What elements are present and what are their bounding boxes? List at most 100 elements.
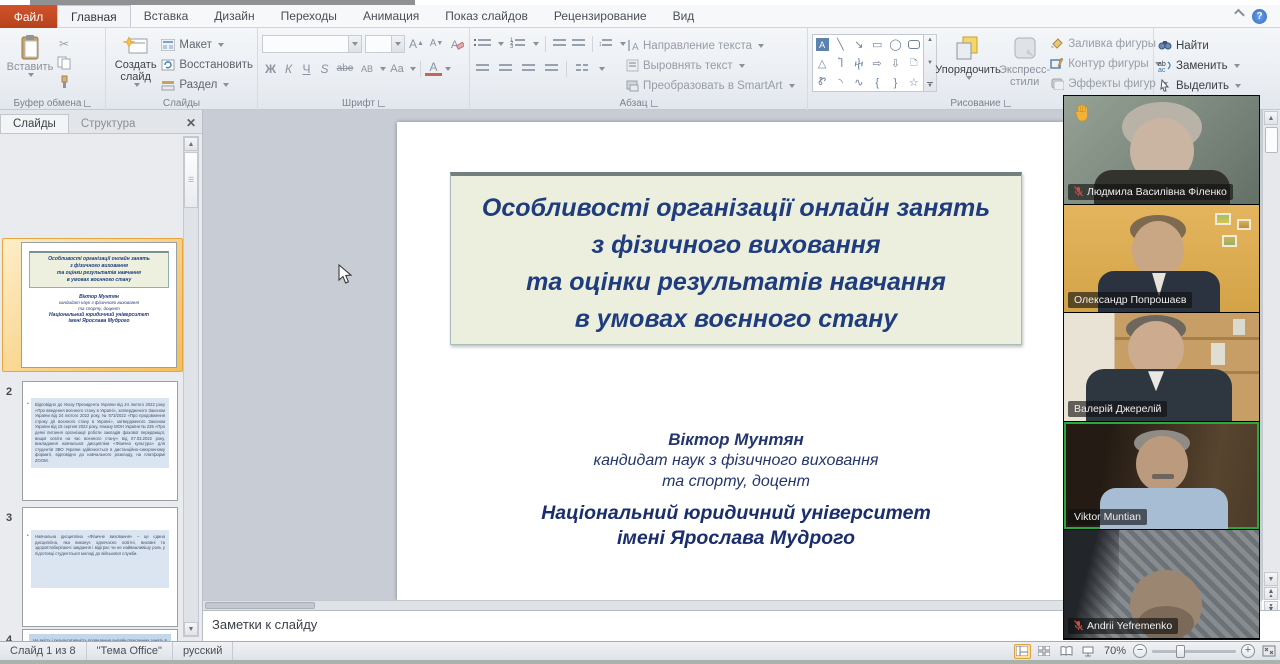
cut-icon[interactable]: ✂	[56, 36, 72, 52]
status-theme[interactable]: "Тема Office"	[87, 642, 173, 660]
status-slide-number[interactable]: Слайд 1 из 8	[0, 642, 87, 660]
clipboard-dialog-launcher-icon[interactable]	[84, 100, 91, 107]
slide-title-placeholder[interactable]: Особливості організації онлайн занять з …	[450, 172, 1022, 345]
vscroll-thumb[interactable]	[1265, 127, 1278, 153]
shrink-font-icon[interactable]: A▼	[428, 35, 445, 52]
tab-slides-pane[interactable]: Слайды	[0, 114, 69, 133]
shape-outline-button[interactable]: Контур фигуры	[1050, 55, 1168, 72]
shape-effects-button[interactable]: Эффекты фигур	[1050, 75, 1168, 92]
hscroll-thumb[interactable]	[205, 602, 315, 609]
align-left-icon[interactable]	[474, 61, 490, 77]
reset-button[interactable]: Восстановить	[161, 56, 253, 73]
slide-sorter-view-icon[interactable]	[1036, 644, 1053, 659]
tab-insert[interactable]: Вставка	[131, 5, 202, 27]
slideshow-view-icon[interactable]	[1080, 644, 1097, 659]
tab-animations[interactable]: Анимация	[350, 5, 432, 27]
shapes-gallery[interactable]: A ╲↘ ▭◯ △Ⴈⴕ ⇨⇩🗅 Ꮡ◝∿ {}☆	[812, 34, 924, 92]
previous-slide-icon[interactable]: ▲▲	[1264, 587, 1278, 600]
font-name-combo[interactable]	[262, 35, 362, 53]
increase-indent-icon[interactable]	[572, 36, 586, 52]
align-text-button[interactable]: Выровнять текст	[626, 57, 795, 74]
zoom-slider-knob[interactable]	[1176, 645, 1185, 658]
paste-button[interactable]: Вставить	[4, 31, 56, 95]
status-language[interactable]: русский	[173, 642, 233, 660]
participant-name: Viktor Muntian	[1074, 511, 1141, 523]
shapes-gallery-scrollbar[interactable]: ▲▼▼	[924, 34, 937, 92]
scroll-up-icon[interactable]: ▲	[1264, 111, 1278, 125]
font-color-button[interactable]: А	[425, 61, 442, 76]
slide-author-placeholder[interactable]: Віктор Мунтян кандидат наук з фізичного …	[450, 430, 1022, 551]
convert-smartart-button[interactable]: Преобразовать в SmartArt	[626, 77, 795, 94]
format-painter-icon[interactable]	[56, 74, 72, 90]
justify-icon[interactable]	[543, 61, 559, 77]
bullets-icon[interactable]	[474, 36, 490, 52]
underline-button[interactable]: Ч	[298, 60, 315, 77]
slide-thumbnail-2[interactable]: • Відповідно до Указу Президента України…	[22, 381, 178, 501]
participant-tile[interactable]: Людмила Василівна Філенко	[1064, 96, 1259, 205]
text-shadow-button[interactable]: S	[316, 60, 333, 77]
scroll-down-icon[interactable]: ▼	[1264, 572, 1278, 586]
reading-view-icon[interactable]	[1058, 644, 1075, 659]
zoom-slider[interactable]	[1152, 650, 1236, 653]
tab-file[interactable]: Файл	[0, 5, 57, 28]
slide-thumbnail-3[interactable]: • Навчальна дисципліна «Фізичне вихованн…	[22, 507, 178, 627]
change-case-button[interactable]: Аа	[387, 60, 407, 77]
quick-styles-button[interactable]: Экспресс-стили	[999, 31, 1050, 95]
participant-tile[interactable]: Andrii Yefremenko	[1064, 530, 1259, 639]
tab-outline-pane[interactable]: Структура	[69, 115, 148, 133]
slide-editing-area[interactable]: Особливості організації онлайн занять з …	[397, 122, 1063, 600]
replace-button[interactable]: abac Заменить	[1158, 57, 1270, 74]
line-spacing-icon[interactable]: ↕	[598, 36, 612, 52]
align-right-icon[interactable]	[520, 61, 536, 77]
participant-tile[interactable]: Валерій Джерелій	[1064, 313, 1259, 422]
mic-muted-icon	[1074, 620, 1083, 631]
columns-icon[interactable]	[574, 61, 590, 77]
vertical-scrollbar[interactable]: ▲ ▼ ▲▲ ▼▼	[1262, 110, 1280, 600]
clear-formatting-icon[interactable]: A	[448, 35, 465, 52]
shape-fill-button[interactable]: Заливка фигуры	[1050, 35, 1168, 52]
numbering-icon[interactable]: 123	[510, 36, 525, 52]
align-center-icon[interactable]	[497, 61, 513, 77]
italic-button[interactable]: К	[280, 60, 297, 77]
font-dialog-launcher-icon[interactable]	[378, 100, 385, 107]
tab-slideshow[interactable]: Показ слайдов	[432, 5, 541, 27]
zoom-in-icon[interactable]: +	[1241, 644, 1255, 658]
select-button[interactable]: Выделить	[1158, 77, 1270, 94]
help-icon[interactable]: ?	[1252, 9, 1267, 24]
find-button[interactable]: Найти	[1158, 37, 1270, 54]
section-button[interactable]: Раздел	[161, 76, 253, 93]
close-pane-icon[interactable]: ✕	[186, 116, 196, 130]
layout-button[interactable]: Макет	[161, 36, 253, 53]
slide-thumbnail-1[interactable]: Особливості організації онлайн занять з …	[21, 242, 177, 368]
tab-transitions[interactable]: Переходы	[268, 5, 350, 27]
tab-home[interactable]: Главная	[57, 5, 131, 27]
text-direction-button[interactable]: A Направление текста	[626, 37, 795, 54]
fit-slide-to-window-icon[interactable]	[1260, 644, 1277, 659]
group-slides: Создать слайд Макет Восстановить Раздел	[106, 28, 258, 110]
bold-button[interactable]: Ж	[262, 60, 279, 77]
tab-design[interactable]: Дизайн	[201, 5, 267, 27]
normal-view-icon[interactable]	[1014, 644, 1031, 659]
copy-icon[interactable]	[56, 55, 72, 71]
participant-tile-active-speaker[interactable]: Viktor Muntian	[1064, 422, 1259, 531]
zoom-out-icon[interactable]: −	[1133, 644, 1147, 658]
grow-font-icon[interactable]: A▲	[408, 35, 425, 52]
character-spacing-button[interactable]: АВ	[357, 60, 377, 77]
zoom-video-panel: Людмила Василівна Філенко Олександр Попр…	[1063, 95, 1260, 640]
strikethrough-button[interactable]: abe	[334, 60, 356, 77]
scrollbar-thumb[interactable]: ☰	[184, 152, 198, 208]
zoom-level[interactable]: 70%	[1104, 645, 1126, 657]
tab-review[interactable]: Рецензирование	[541, 5, 660, 27]
decrease-indent-icon[interactable]	[552, 36, 566, 52]
scroll-down-icon[interactable]: ▼	[184, 622, 198, 636]
paragraph-dialog-launcher-icon[interactable]	[651, 100, 658, 107]
new-slide-button[interactable]: Создать слайд	[110, 31, 161, 95]
shape-fill-icon	[1050, 37, 1064, 50]
participant-tile[interactable]: Олександр Попрошаєв	[1064, 205, 1259, 314]
arrange-button[interactable]: Упорядочить	[937, 31, 999, 95]
thumbnails-scrollbar[interactable]: ▲ ☰ ▼	[183, 136, 199, 637]
font-size-combo[interactable]	[365, 35, 405, 53]
scroll-up-icon[interactable]: ▲	[184, 137, 198, 151]
drawing-dialog-launcher-icon[interactable]	[1004, 100, 1011, 107]
tab-view[interactable]: Вид	[660, 5, 708, 27]
